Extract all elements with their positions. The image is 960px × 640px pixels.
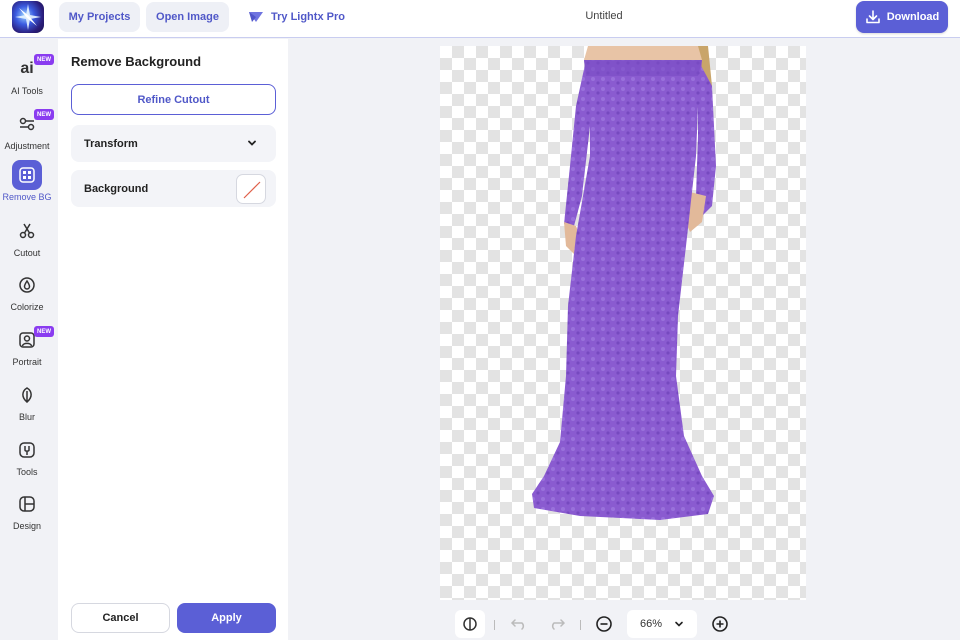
tool-rail: ai AI Tools NEW Adjustment NEW Remove BG <box>0 39 54 640</box>
download-icon <box>865 10 880 24</box>
download-button[interactable]: Download <box>856 1 948 33</box>
tools-icon <box>12 435 42 465</box>
chevron-down-icon <box>675 621 683 627</box>
zoom-out-icon <box>596 616 612 632</box>
try-pro-link[interactable]: Try Lightx Pro <box>248 2 345 32</box>
droplet-icon <box>12 270 42 300</box>
tool-label: Cutout <box>13 248 41 258</box>
tool-blur[interactable]: Blur <box>0 380 54 422</box>
redo-button[interactable] <box>544 610 570 638</box>
design-icon <box>12 489 42 519</box>
remove-bg-icon <box>12 160 42 190</box>
tool-design[interactable]: Design <box>0 489 54 531</box>
crown-icon <box>249 12 263 22</box>
zoom-select[interactable]: 66% <box>627 610 697 638</box>
background-label: Background <box>84 182 149 195</box>
zoom-level: 66% <box>639 618 663 630</box>
download-label: Download <box>886 11 940 23</box>
zoom-in-icon <box>712 616 728 632</box>
remove-background-panel: Remove Background Refine Cutout Transfor… <box>58 39 288 640</box>
tool-tools[interactable]: Tools <box>0 435 54 477</box>
new-badge: NEW <box>34 326 54 337</box>
tool-label: Portrait <box>12 357 42 367</box>
panel-title: Remove Background <box>71 54 202 69</box>
redo-icon <box>551 619 566 630</box>
undo-button[interactable] <box>506 610 532 638</box>
lightx-logo-icon[interactable] <box>12 1 44 33</box>
tool-label: Tools <box>16 467 38 477</box>
bottom-toolbar: 66% <box>446 606 746 640</box>
chevron-down-icon <box>248 140 256 146</box>
compare-button[interactable] <box>455 610 485 638</box>
new-badge: NEW <box>34 54 54 65</box>
transform-section[interactable]: Transform <box>71 125 276 162</box>
tool-label: Remove BG <box>2 192 52 202</box>
tool-label: AI Tools <box>11 86 43 96</box>
try-pro-label: Try Lightx Pro <box>271 11 345 23</box>
document-title: Untitled <box>585 10 623 22</box>
divider <box>580 620 581 630</box>
tool-cutout[interactable]: Cutout <box>0 216 54 258</box>
no-color-icon <box>243 181 261 199</box>
transform-label: Transform <box>84 137 138 150</box>
top-bar: My Projects Open Image Try Lightx Pro Un… <box>0 0 960 38</box>
background-color-swatch[interactable] <box>236 174 266 204</box>
tool-label: Colorize <box>10 302 44 312</box>
zoom-out-button[interactable] <box>592 610 616 638</box>
compare-icon <box>463 617 477 631</box>
tool-adjustment[interactable]: Adjustment NEW <box>0 109 54 151</box>
background-section[interactable]: Background <box>71 170 276 207</box>
tool-label: Blur <box>18 412 35 422</box>
refine-cutout-button[interactable]: Refine Cutout <box>71 84 276 115</box>
open-image-button[interactable]: Open Image <box>146 2 229 32</box>
apply-button[interactable]: Apply <box>177 603 276 633</box>
tool-ai-tools[interactable]: ai AI Tools NEW <box>0 54 54 96</box>
tool-colorize[interactable]: Colorize <box>0 270 54 312</box>
image-canvas[interactable] <box>440 46 806 600</box>
tool-label: Adjustment <box>4 141 50 151</box>
undo-icon <box>510 619 525 630</box>
scissors-icon <box>12 216 42 246</box>
tool-label: Design <box>12 521 41 531</box>
tool-remove-bg[interactable]: Remove BG <box>0 160 54 202</box>
my-projects-button[interactable]: My Projects <box>59 2 140 32</box>
cancel-button[interactable]: Cancel <box>71 603 170 633</box>
subject-image <box>532 46 716 520</box>
new-badge: NEW <box>34 109 54 120</box>
zoom-in-button[interactable] <box>708 610 732 638</box>
tool-portrait[interactable]: Portrait NEW <box>0 325 54 367</box>
divider <box>494 620 495 630</box>
blur-leaf-icon <box>12 380 42 410</box>
